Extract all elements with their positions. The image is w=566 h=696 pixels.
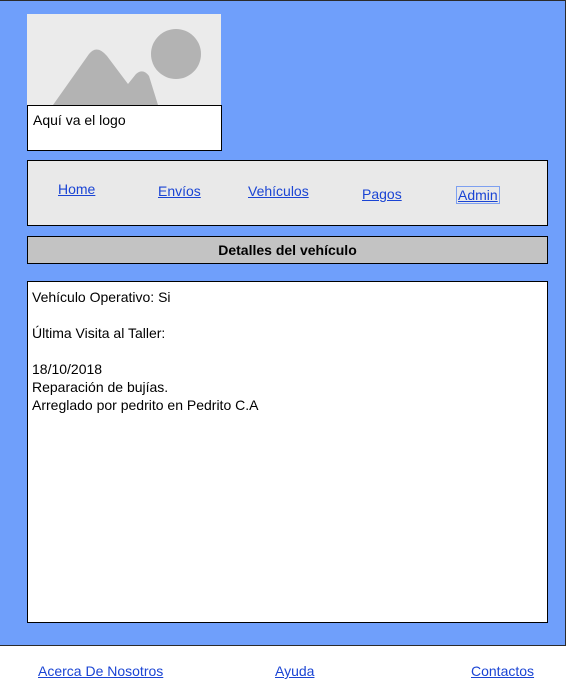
nav-vehiculos-link[interactable]: Vehículos: [248, 183, 309, 199]
nav-pagos-link[interactable]: Pagos: [362, 186, 402, 202]
vehicle-details-panel: Vehículo Operativo: Si Última Visita al …: [27, 281, 548, 623]
nav-bar: Home Envíos Vehículos Pagos Admin: [27, 160, 548, 226]
nav-admin-link[interactable]: Admin: [456, 186, 500, 204]
footer-contacts-link[interactable]: Contactos: [471, 663, 534, 679]
logo-image: [27, 14, 221, 105]
detail-repaired-by: Arreglado por pedrito en Pedrito C.A: [32, 397, 259, 413]
footer-about-link[interactable]: Acerca De Nosotros: [38, 663, 163, 679]
nav-envios-link[interactable]: Envíos: [158, 183, 201, 199]
detail-spacer: [32, 342, 543, 360]
detail-date: 18/10/2018: [32, 361, 103, 377]
detail-repair: Reparación de bujías.: [32, 379, 169, 395]
nav-home-link[interactable]: Home: [58, 181, 95, 197]
detail-spacer: [32, 306, 543, 324]
detail-operativo: Vehículo Operativo: Si: [32, 289, 171, 305]
section-title: Detalles del vehículo: [27, 236, 548, 264]
detail-ultima-visita-label: Última Visita al Taller:: [32, 325, 166, 341]
footer-help-link[interactable]: Ayuda: [275, 663, 314, 679]
image-placeholder-icon: [27, 14, 221, 105]
logo-caption: Aquí va el logo: [27, 105, 222, 151]
